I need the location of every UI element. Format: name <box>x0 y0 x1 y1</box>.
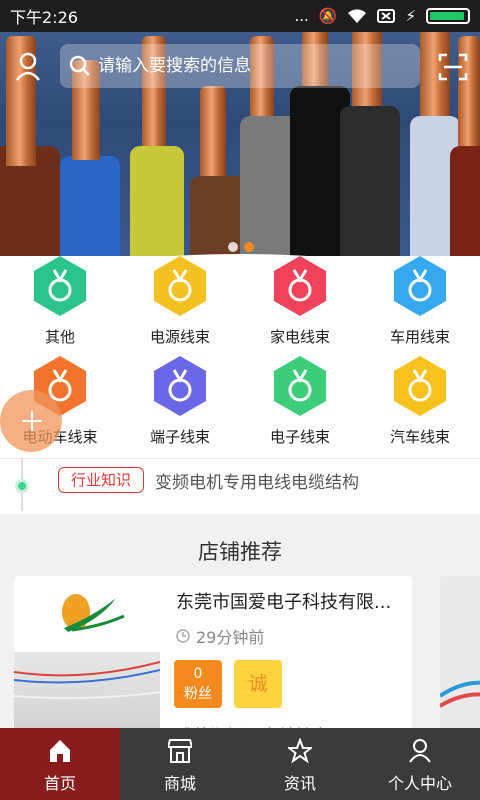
category-label: 车用线束 <box>389 328 450 346</box>
tab-label: 首页 <box>43 774 76 793</box>
tab-label: 资讯 <box>283 774 316 793</box>
category-label: 电子线束 <box>269 428 330 446</box>
charging-icon: ⚡ <box>405 7 416 25</box>
category-grid: 其他 电源线束 家电线束 车用线束 电动车线束 端子线束 电子线束 汽车线束 <box>0 256 480 456</box>
carousel-dot-active[interactable] <box>244 242 254 252</box>
category-item[interactable]: 电子线束 <box>240 356 360 456</box>
user-icon <box>409 739 431 763</box>
news-title[interactable]: 变频电机专用电线电缆结构 <box>155 468 359 493</box>
store-icon <box>168 739 192 763</box>
category-item[interactable]: 其他 <box>0 256 120 356</box>
star-icon <box>288 738 312 764</box>
status-bar: 下午2:26 ... 🔕 ⚡ <box>0 0 480 32</box>
wifi-icon <box>348 9 367 23</box>
category-label: 电源线束 <box>149 328 210 346</box>
medal-icon <box>274 256 326 316</box>
category-item[interactable]: 端子线束 <box>120 356 240 456</box>
category-item[interactable]: 电源线束 <box>120 256 240 356</box>
shop-recommendations: 店铺推荐 东莞市国爱电子科技有限... 29分钟前 0 粉丝 诚 <box>0 514 480 736</box>
tab-mall[interactable]: 商城 <box>120 728 240 800</box>
medal-icon <box>154 356 206 416</box>
tab-profile[interactable]: 个人中心 <box>360 728 480 800</box>
tab-label: 商城 <box>163 774 196 793</box>
shop-card[interactable]: 东莞市国爱电子科技有限... 29分钟前 0 粉丝 诚 成熟期饭票米羊转点 <box>14 576 412 736</box>
banner-cable <box>450 146 480 256</box>
category-label: 其他 <box>44 328 75 346</box>
wire-photo <box>14 652 161 736</box>
clock-icon <box>176 629 190 643</box>
carousel-dots <box>228 242 254 252</box>
fans-badge: 0 粉丝 <box>174 660 222 708</box>
category-label: 汽车线束 <box>389 428 450 446</box>
mute-icon: 🔕 <box>318 7 338 25</box>
carousel-dot[interactable] <box>228 242 238 252</box>
medal-icon <box>394 256 446 316</box>
credit-badge: 诚 <box>234 660 282 708</box>
timeline-dot <box>15 479 29 493</box>
wires-image <box>440 680 480 708</box>
tab-label: 个人中心 <box>387 774 452 793</box>
bottom-tab-bar: 首页 商城 资讯 个人中心 <box>0 728 480 800</box>
category-label: 家电线束 <box>269 328 330 346</box>
wires-image <box>14 661 161 700</box>
search-row <box>0 42 480 90</box>
medal-icon <box>154 256 206 316</box>
search-box[interactable] <box>60 44 420 88</box>
fans-count: 0 <box>193 666 203 682</box>
shop-name: 东莞市国爱电子科技有限... <box>176 592 392 613</box>
shop-time-text: 29分钟前 <box>196 628 265 647</box>
user-icon[interactable] <box>12 50 44 82</box>
category-item[interactable]: 家电线束 <box>240 256 360 356</box>
banner-cable <box>130 146 184 256</box>
shop-image <box>14 576 161 736</box>
scan-icon[interactable] <box>438 52 468 82</box>
news-tag: 行业知识 <box>58 467 145 493</box>
medal-icon <box>34 256 86 316</box>
search-input[interactable] <box>98 56 398 76</box>
medal-icon <box>274 356 326 416</box>
signal-icon: ... <box>294 7 309 25</box>
home-icon <box>50 740 70 762</box>
status-icons: ... 🔕 ⚡ <box>294 7 470 25</box>
banner-cable <box>340 106 400 256</box>
medal-icon <box>394 356 446 416</box>
shop-time: 29分钟前 <box>176 624 264 648</box>
search-icon <box>69 55 90 76</box>
shop-card-next[interactable] <box>440 576 480 736</box>
section-title: 店铺推荐 <box>198 540 282 564</box>
tab-news[interactable]: 资讯 <box>240 728 360 800</box>
news-ticker[interactable]: 行业知识 变频电机专用电线电缆结构 <box>0 458 480 511</box>
fans-label: 粉丝 <box>184 686 212 702</box>
battery-icon <box>426 8 470 24</box>
category-label: 端子线束 <box>149 428 210 446</box>
status-time: 下午2:26 <box>10 8 78 27</box>
category-item[interactable]: 汽车线束 <box>360 356 480 456</box>
shop-logo <box>62 594 125 632</box>
banner-copper <box>200 86 226 176</box>
tab-home[interactable]: 首页 <box>0 728 120 800</box>
banner-cable <box>60 156 120 256</box>
category-item[interactable]: 车用线束 <box>360 256 480 356</box>
sim-icon <box>377 9 396 23</box>
floating-add-button[interactable] <box>0 390 62 452</box>
